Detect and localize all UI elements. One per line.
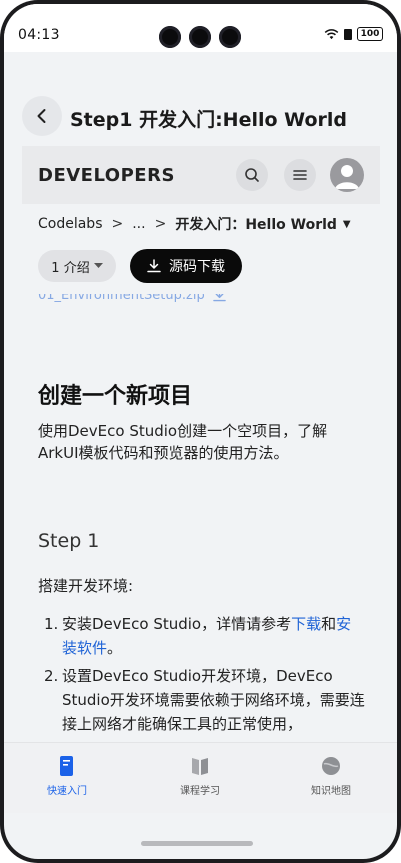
file-link-text: 01_EnvironmentSetup.zip bbox=[38, 294, 205, 303]
sim-icon bbox=[344, 28, 352, 40]
webview: DEVELOPERS Codelabs > ... > 开发入门：Hello W… bbox=[22, 146, 380, 742]
download-link[interactable]: 下载 bbox=[291, 615, 321, 633]
bottom-tab-bar: 快速入门 课程学习 知识地图 bbox=[4, 742, 397, 813]
source-download-label: 源码下载 bbox=[169, 259, 225, 275]
status-icons: 100 bbox=[324, 27, 383, 41]
steps-list: 1. 安装DevEco Studio，详情请参考下载和安装软件。 2. 设置De… bbox=[38, 612, 366, 740]
avatar[interactable] bbox=[330, 158, 364, 192]
tab-label: 课程学习 bbox=[180, 786, 220, 797]
step-text: 设置DevEco Studio开发环境，DevEco Studio开发环境需要依… bbox=[62, 667, 365, 733]
back-arrow-icon bbox=[37, 109, 46, 123]
globe-icon bbox=[322, 757, 340, 775]
download-icon bbox=[147, 259, 161, 273]
quick-start-icon bbox=[60, 756, 73, 776]
chevron-down-icon bbox=[93, 263, 103, 268]
avatar-icon bbox=[335, 165, 359, 189]
tab-courses[interactable]: 课程学习 bbox=[145, 755, 255, 797]
list-item: 2. 设置DevEco Studio开发环境，DevEco Studio开发环境… bbox=[38, 664, 366, 736]
article-content: 01_EnvironmentSetup.zip 创建一个新项目 使用DevEco… bbox=[22, 294, 380, 742]
book-icon bbox=[192, 758, 208, 775]
phone-frame: 04:13 100 Step1 开发入门:Hello World DEVELOP… bbox=[0, 0, 401, 863]
menu-button[interactable] bbox=[284, 159, 316, 191]
download-icon bbox=[212, 294, 226, 302]
camera-icon bbox=[159, 26, 181, 48]
step-heading: Step 1 bbox=[38, 530, 100, 552]
step-text: 安装DevEco Studio，详情请参考 bbox=[62, 615, 292, 633]
breadcrumb-item-ellipsis[interactable]: ... bbox=[132, 216, 145, 232]
action-row: 1 介绍 源码下载 bbox=[22, 246, 380, 286]
tab-label: 知识地图 bbox=[311, 786, 351, 797]
tab-label: 快速入门 bbox=[47, 786, 87, 797]
menu-icon bbox=[293, 170, 307, 180]
breadcrumb-separator: > bbox=[111, 216, 124, 232]
section-heading: 创建一个新项目 bbox=[38, 384, 193, 409]
list-item: 1. 安装DevEco Studio，详情请参考下载和安装软件。 bbox=[38, 612, 366, 660]
home-indicator[interactable] bbox=[141, 841, 253, 846]
section-intro: 使用DevEco Studio创建一个空项目，了解ArkUI模板代码和预览器的使… bbox=[38, 422, 328, 462]
file-download-link[interactable]: 01_EnvironmentSetup.zip bbox=[38, 294, 226, 303]
source-download-button[interactable]: 源码下载 bbox=[130, 249, 242, 283]
step-text: 和 bbox=[321, 615, 337, 633]
breadcrumb: Codelabs > ... > 开发入门：Hello World ▼ bbox=[22, 204, 380, 244]
wifi-icon bbox=[324, 29, 339, 40]
breadcrumb-item-codelabs[interactable]: Codelabs bbox=[38, 216, 103, 232]
search-icon bbox=[245, 168, 259, 182]
app-title-bar: Step1 开发入门:Hello World bbox=[4, 86, 397, 146]
search-button[interactable] bbox=[236, 159, 268, 191]
site-header: DEVELOPERS bbox=[22, 146, 380, 204]
tab-knowledge-map[interactable]: 知识地图 bbox=[276, 755, 386, 797]
site-logo[interactable]: DEVELOPERS bbox=[38, 165, 175, 186]
top-spacer bbox=[4, 52, 397, 86]
caret-down-icon[interactable]: ▼ bbox=[343, 219, 351, 230]
chapter-select-label: 1 介绍 bbox=[51, 260, 90, 276]
page-title: Step1 开发入门:Hello World bbox=[70, 109, 347, 131]
tab-quick-start[interactable]: 快速入门 bbox=[12, 755, 122, 797]
chapter-select[interactable]: 1 介绍 bbox=[38, 250, 116, 282]
breadcrumb-separator: > bbox=[154, 216, 167, 232]
screen: 04:13 100 Step1 开发入门:Hello World DEVELOP… bbox=[4, 4, 397, 859]
status-bar: 04:13 100 bbox=[4, 4, 397, 52]
camera-icon bbox=[189, 26, 211, 48]
breadcrumb-item-current[interactable]: 开发入门：Hello World bbox=[175, 214, 337, 234]
camera-icon bbox=[219, 26, 241, 48]
list-number: 1. bbox=[44, 615, 59, 633]
battery-icon: 100 bbox=[357, 27, 383, 41]
env-label: 搭建开发环境: bbox=[38, 577, 134, 595]
status-time: 04:13 bbox=[18, 27, 60, 43]
list-number: 2. bbox=[44, 667, 59, 685]
back-button[interactable] bbox=[22, 96, 62, 136]
step-text: 。 bbox=[107, 639, 123, 657]
